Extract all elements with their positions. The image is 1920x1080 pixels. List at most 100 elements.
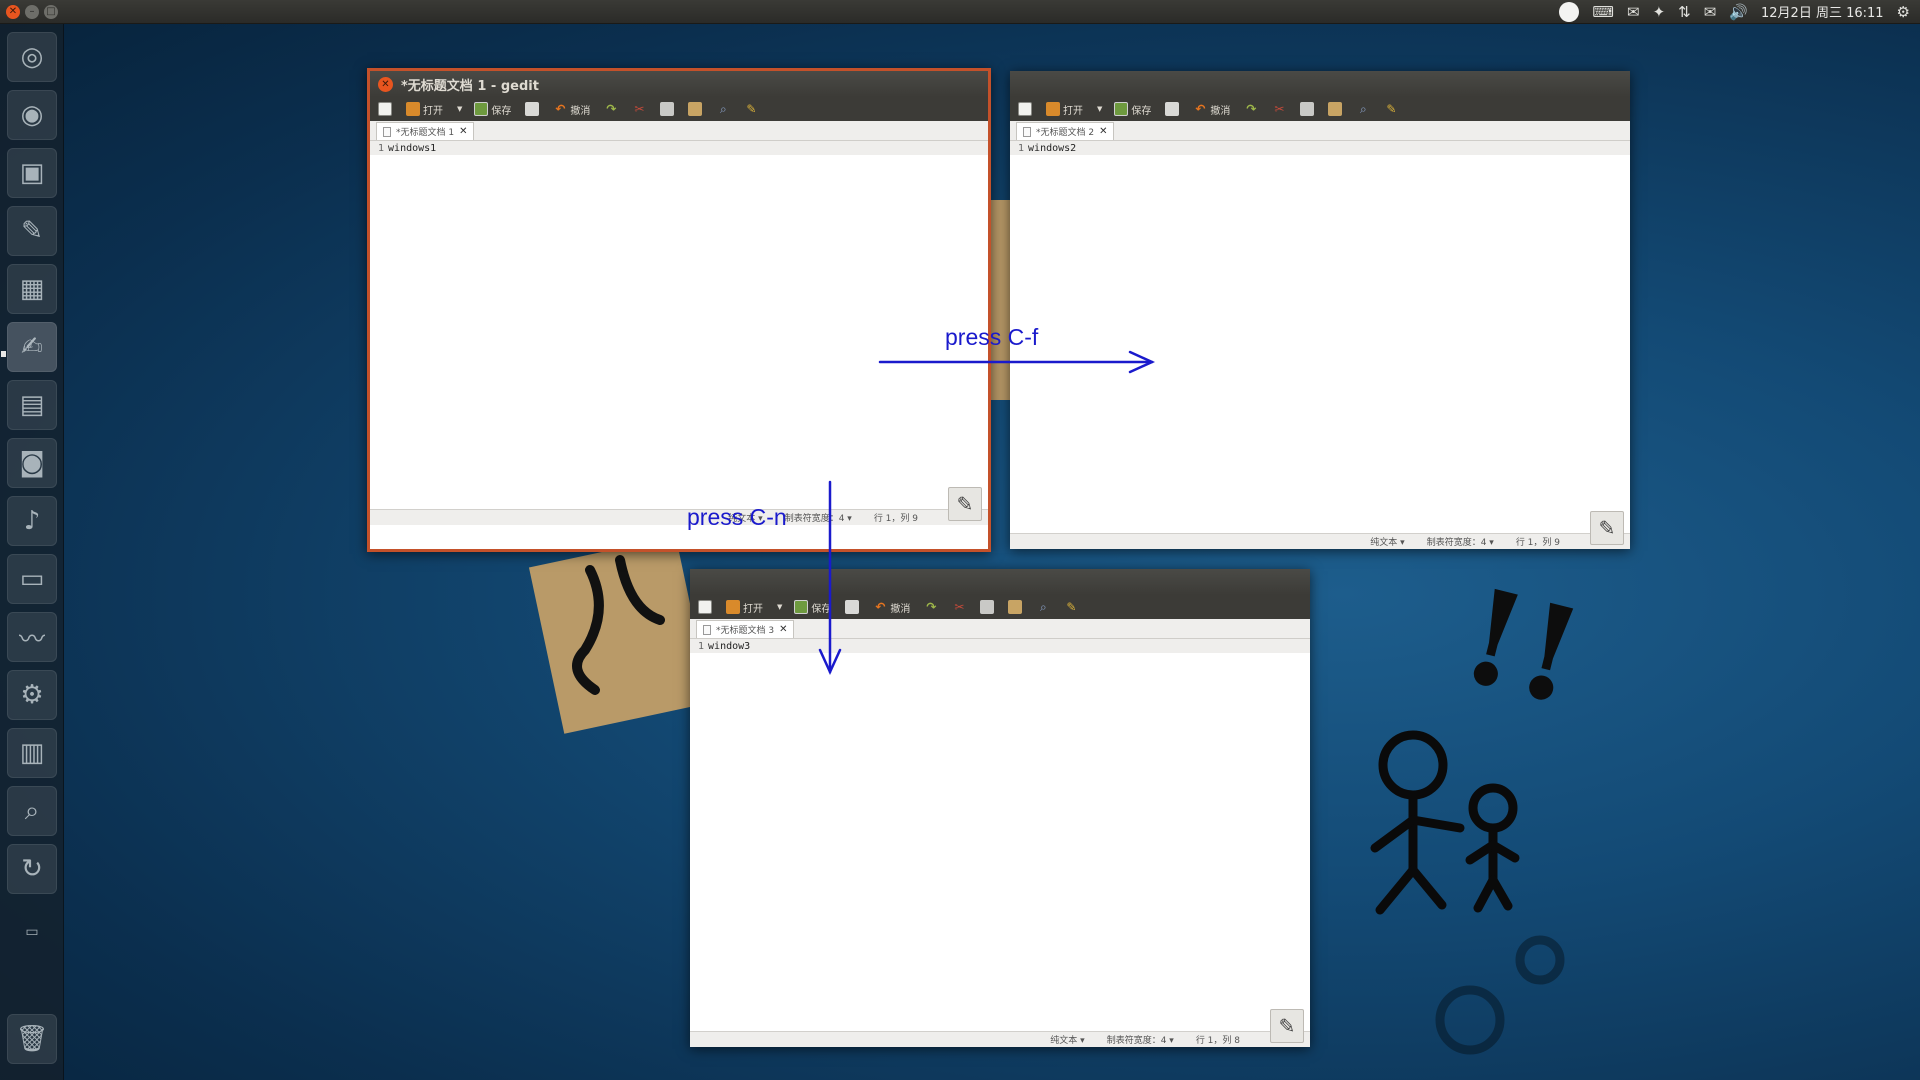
network-icon[interactable]: ⇅ [1678, 3, 1691, 21]
copy-button[interactable] [980, 600, 995, 614]
workspace-icon[interactable]: ▭ [7, 920, 57, 944]
screenshot-icon[interactable]: ⌕ [7, 786, 57, 836]
clock[interactable]: 12月2日 周三 16:11 [1761, 2, 1884, 21]
open-button[interactable]: 打开 [726, 600, 763, 615]
replace-button[interactable]: ✎ [1064, 600, 1078, 614]
close-icon[interactable]: ✕ [378, 76, 393, 92]
cut-button[interactable]: ✂ [632, 102, 646, 116]
redo-button[interactable]: ↷ [924, 600, 938, 614]
titlebar[interactable] [1010, 71, 1630, 97]
close-icon[interactable]: ✕ [779, 624, 787, 635]
titlebar[interactable] [690, 569, 1310, 595]
chat-icon[interactable]: ✉ [1627, 3, 1640, 21]
activity-icon[interactable]: 〰 [7, 612, 57, 662]
paste-button[interactable] [1328, 102, 1343, 116]
editor-area[interactable]: 1 windows1 纯文本 ▾ 制表符宽度：4 ▾ 行 1，列 9 ✎ [370, 141, 988, 525]
editor-line[interactable]: 1 windows2 [1010, 141, 1630, 155]
replace-button[interactable]: ✎ [1384, 102, 1398, 116]
trash-icon[interactable]: 🗑 [7, 1014, 57, 1064]
open-folder-icon [1046, 102, 1060, 116]
redo-icon: ↷ [1246, 102, 1257, 116]
gedit-window-2[interactable]: 打开 ▼ 保存 ↶ 撤消 ↷ ✂ ⌕ ✎ *无标题文档 2 ✕ 1 windows… [1010, 71, 1630, 549]
chevron-down-icon[interactable]: ▼ [1097, 105, 1102, 113]
minimize-icon[interactable]: – [25, 4, 39, 19]
tab-width-selector[interactable]: 制表符宽度：4 ▾ [1427, 535, 1494, 548]
open-button[interactable]: 打开 [1046, 102, 1083, 117]
line-text[interactable]: windows1 [388, 143, 436, 154]
redo-button[interactable]: ↷ [604, 102, 618, 116]
tab-document-1[interactable]: *无标题文档 1 ✕ [376, 122, 475, 140]
ubuntu-logo-icon[interactable]: ◎ [7, 32, 57, 82]
editor-line[interactable]: 1 windows1 [370, 141, 988, 155]
copy-button[interactable] [1300, 102, 1315, 116]
gedit-icon[interactable]: ✍ [7, 322, 57, 372]
music-icon[interactable]: ♪ [7, 496, 57, 546]
editor-line[interactable]: 1 window3 [690, 639, 1310, 653]
tab-document-3[interactable]: *无标题文档 3 ✕ [696, 620, 795, 638]
status-bar: 纯文本 ▾ 制表符宽度：4 ▾ 行 1，列 9 [1010, 533, 1630, 549]
chevron-down-icon[interactable]: ▼ [457, 105, 462, 113]
paste-button[interactable] [688, 102, 703, 116]
dropbox-icon[interactable]: ✦ [1653, 3, 1666, 21]
undo-button[interactable]: ↶ 撤消 [1193, 102, 1230, 117]
print-button[interactable] [525, 102, 540, 116]
editor-icon[interactable]: ✎ [7, 206, 57, 256]
update-icon[interactable]: ↻ [7, 844, 57, 894]
undo-button[interactable]: ↶ 撤消 [553, 102, 590, 117]
settings-icon[interactable]: ⚙ [7, 670, 57, 720]
keyboard-icon[interactable]: ⌨ [1592, 3, 1614, 21]
cut-button[interactable]: ✂ [1272, 102, 1286, 116]
maximize-icon[interactable]: □ [44, 4, 58, 19]
undo-button[interactable]: ↶ 撤消 [873, 600, 910, 615]
line-text[interactable]: window3 [708, 641, 750, 652]
line-text[interactable]: windows2 [1028, 143, 1076, 154]
tab-width-selector[interactable]: 制表符宽度：4 ▾ [1107, 1033, 1174, 1046]
film-icon[interactable]: ▭ [7, 554, 57, 604]
language-selector[interactable]: 纯文本 ▾ [1370, 535, 1404, 548]
language-selector[interactable]: 纯文本 ▾ [1050, 1033, 1084, 1046]
browser-icon[interactable]: ◉ [7, 90, 57, 140]
editor-area[interactable]: 1 windows2 纯文本 ▾ 制表符宽度：4 ▾ 行 1，列 9 ✎ [1010, 141, 1630, 549]
tab-width-selector[interactable]: 制表符宽度：4 ▾ [785, 511, 852, 524]
save-button[interactable]: 保存 [794, 600, 831, 615]
save-button[interactable]: 保存 [474, 102, 511, 117]
tab-document-2[interactable]: *无标题文档 2 ✕ [1016, 122, 1115, 140]
monitor-icon[interactable]: ▦ [7, 264, 57, 314]
copy-button[interactable] [660, 102, 675, 116]
replace-button[interactable]: ✎ [744, 102, 758, 116]
notepad-pencil-icon[interactable]: ✎ [948, 487, 982, 521]
paste-button[interactable] [1008, 600, 1023, 614]
chevron-down-icon[interactable]: ▼ [777, 603, 782, 611]
close-icon[interactable]: ✕ [6, 4, 20, 19]
volume-icon[interactable]: 🔊 [1729, 3, 1748, 21]
redo-button[interactable]: ↷ [1244, 102, 1258, 116]
find-button[interactable]: ⌕ [716, 102, 730, 116]
editor-area[interactable]: 1 window3 纯文本 ▾ 制表符宽度：4 ▾ 行 1，列 8 ✎ [690, 639, 1310, 1047]
user-status-icon[interactable] [1559, 1, 1580, 22]
save-button[interactable]: 保存 [1114, 102, 1151, 117]
find-button[interactable]: ⌕ [1036, 600, 1050, 614]
cut-button[interactable]: ✂ [952, 600, 966, 614]
close-icon[interactable]: ✕ [1099, 126, 1107, 137]
undo-label: 撤消 [890, 603, 911, 615]
folder-icon[interactable]: ▤ [7, 380, 57, 430]
mixer-icon[interactable]: ▥ [7, 728, 57, 778]
open-button[interactable]: 打开 [406, 102, 443, 117]
new-document-button[interactable] [1018, 102, 1032, 116]
mail-icon[interactable]: ✉ [1704, 3, 1717, 21]
wallpaper-cardboard [528, 536, 712, 734]
gedit-window-1[interactable]: ✕ *无标题文档 1 - gedit 打开 ▼ 保存 ↶ 撤消 ↷ ✂ ⌕ ✎ *… [367, 68, 991, 552]
print-button[interactable] [1165, 102, 1180, 116]
find-button[interactable]: ⌕ [1356, 102, 1370, 116]
new-document-button[interactable] [698, 600, 712, 614]
notepad-pencil-icon[interactable]: ✎ [1590, 511, 1624, 545]
camera-icon[interactable]: ◙ [7, 438, 57, 488]
close-icon[interactable]: ✕ [459, 126, 467, 137]
gedit-window-3[interactable]: 打开 ▼ 保存 ↶ 撤消 ↷ ✂ ⌕ ✎ *无标题文档 3 ✕ 1 window3… [690, 569, 1310, 1047]
print-button[interactable] [845, 600, 860, 614]
titlebar[interactable]: ✕ *无标题文档 1 - gedit [370, 71, 988, 97]
new-document-button[interactable] [378, 102, 392, 116]
terminal-icon[interactable]: ▣ [7, 148, 57, 198]
notepad-pencil-icon[interactable]: ✎ [1270, 1009, 1304, 1043]
gear-icon[interactable]: ⚙ [1897, 3, 1910, 21]
